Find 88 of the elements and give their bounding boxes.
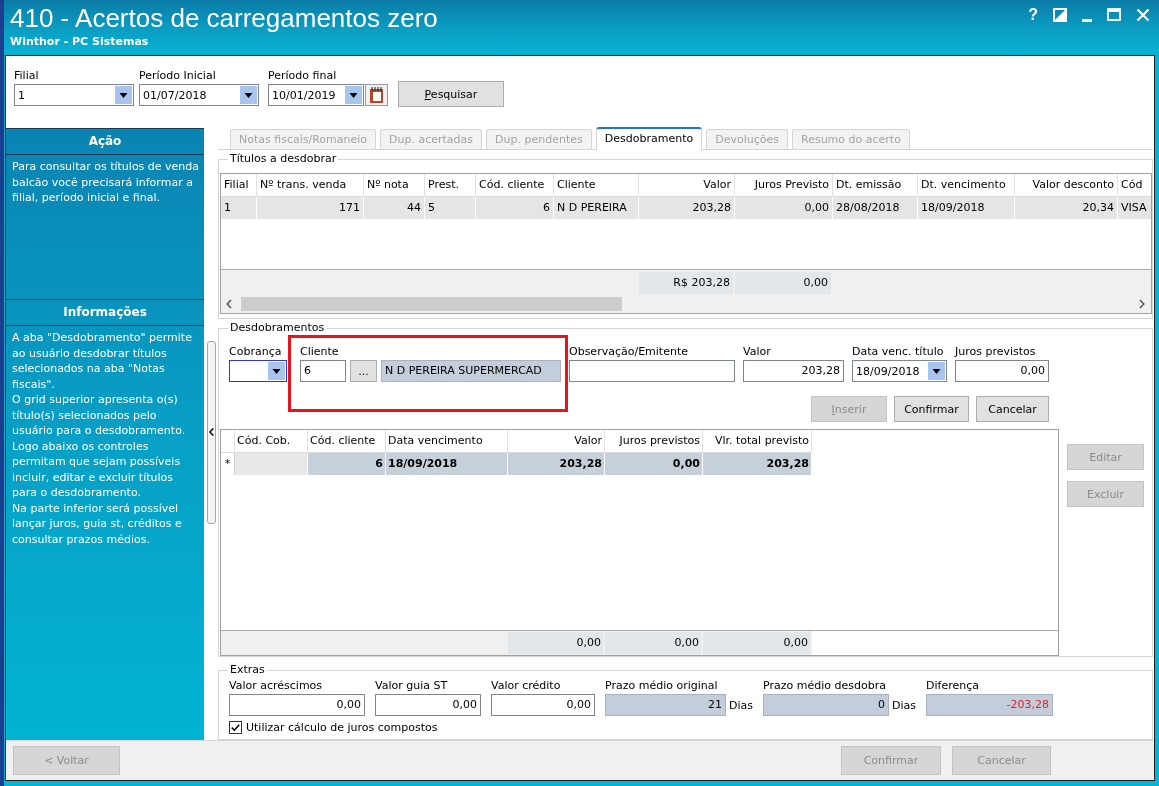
horizontal-scrollbar[interactable] bbox=[221, 295, 1151, 313]
total-cell: 0,00 bbox=[605, 632, 703, 654]
field-label: Filial bbox=[14, 69, 40, 83]
table-cell: 6 bbox=[308, 453, 386, 475]
field-label: Período Inicial bbox=[139, 69, 217, 83]
tab[interactable]: Desdobramento bbox=[595, 127, 703, 150]
field-label: Valor crédito bbox=[491, 679, 562, 693]
text-field[interactable]: 0,00 bbox=[955, 360, 1049, 382]
help-text: Na parte inferior será possível lançar juros, guia st, créditos e consultar prazos médios. bbox=[12, 500, 183, 547]
checkbox-label[interactable]: Utilizar cálculo de juros compostos bbox=[246, 721, 438, 734]
total-cell: 0,00 bbox=[703, 632, 812, 654]
maximize-icon[interactable] bbox=[1107, 8, 1121, 21]
field-label: Cobrança bbox=[229, 345, 283, 359]
table-cell: 18/09/2018 bbox=[918, 197, 1015, 219]
dropdown-field[interactable]: 18/09/2018 bbox=[852, 360, 947, 382]
caret-down-icon[interactable] bbox=[345, 86, 362, 104]
field-label: Prazo médio original bbox=[605, 679, 719, 693]
field-label: Diferença bbox=[926, 679, 980, 693]
text-field[interactable]: 21 bbox=[605, 694, 726, 716]
field-label: Período final bbox=[268, 69, 338, 83]
caret-down-icon[interactable] bbox=[928, 362, 945, 380]
window-title: 410 - Acertos de carregamentos zero bbox=[10, 4, 438, 32]
field-label: Valor bbox=[743, 345, 772, 359]
text-field[interactable]: 0,00 bbox=[491, 694, 595, 716]
table-cell-text: VISA bbox=[1120, 200, 1148, 216]
text-field[interactable]: 0,00 bbox=[229, 694, 365, 716]
text-field[interactable] bbox=[569, 360, 735, 382]
dropdown-field[interactable]: 10/01/2019 bbox=[268, 84, 364, 106]
help-text: Logo abaixo os controles permitam que sejam possíveis incluir, editar e excluir títulos para o desdobramento. bbox=[12, 438, 182, 501]
table-cell: 203,28 bbox=[639, 197, 735, 219]
row-indicator: * bbox=[221, 453, 235, 475]
table-cell: 44 bbox=[364, 197, 425, 219]
text-field[interactable]: 203,28 bbox=[743, 360, 844, 382]
calendar-icon[interactable] bbox=[365, 84, 388, 106]
field-label: Juros previstos bbox=[955, 345, 1037, 359]
checkbox[interactable] bbox=[229, 721, 242, 734]
field-label: Observação/Emitente bbox=[569, 345, 689, 359]
caret-down-icon[interactable] bbox=[240, 86, 257, 104]
section-title: Ação bbox=[6, 128, 204, 155]
help-text: A aba "Desdobramento" permite ao usuário desdobrar títulos selecionados na aba "Notas fiscais". bbox=[12, 330, 193, 392]
unit-label: Dias bbox=[892, 698, 916, 712]
contrast-icon[interactable] bbox=[1053, 7, 1067, 22]
field-label: Data venc. título bbox=[852, 345, 945, 359]
field-label: Cliente bbox=[300, 345, 340, 359]
table-cell: 171 bbox=[257, 197, 364, 219]
text-field[interactable]: 0,00 bbox=[375, 694, 481, 716]
table-cell: 1 bbox=[221, 197, 257, 219]
confirm-button[interactable]: Confirmar bbox=[894, 396, 969, 422]
section-title: Informações bbox=[6, 299, 204, 326]
dropdown-field[interactable]: 01/07/2018 bbox=[139, 84, 259, 106]
help-text: O grid superior apresenta o(s) título(s) selecionados pelo usuário para o desdobramento. bbox=[12, 392, 187, 439]
browse-button[interactable]: ... bbox=[350, 360, 377, 382]
field-label: Valor guia ST bbox=[375, 679, 449, 693]
table-cell: 20,34 bbox=[1015, 197, 1118, 219]
splitter-handle[interactable] bbox=[206, 340, 216, 524]
total-cell: 0,00 bbox=[735, 271, 833, 294]
unit-label: Dias bbox=[729, 698, 753, 712]
field-label: Valor acréscimos bbox=[229, 679, 324, 693]
table-cell: 28/08/2018 bbox=[833, 197, 918, 219]
close-icon[interactable] bbox=[1136, 7, 1150, 22]
help-text: Para consultar os títulos de venda balcão você precisará informar a filial, período inicial e final. bbox=[12, 159, 200, 206]
caret-down-icon[interactable] bbox=[268, 362, 285, 380]
text-field[interactable]: N D PEREIRA SUPERMERCAD bbox=[381, 360, 561, 382]
table-cell: 18/09/2018 bbox=[386, 453, 508, 475]
text-field[interactable]: 0 bbox=[763, 694, 889, 716]
chevron-right-icon[interactable] bbox=[1139, 299, 1145, 309]
text-field[interactable]: 6 bbox=[300, 360, 346, 382]
caret-left-icon bbox=[208, 428, 214, 436]
chevron-left-icon[interactable] bbox=[226, 299, 232, 309]
help-button[interactable]: ? bbox=[1028, 7, 1038, 22]
table-cell: 0,00 bbox=[735, 197, 833, 219]
scrollbar-thumb[interactable] bbox=[241, 297, 622, 311]
cancel-button[interactable]: Cancelar bbox=[976, 396, 1049, 422]
total-cell: 0,00 bbox=[508, 632, 605, 654]
table-cell: 203,28 bbox=[508, 453, 605, 475]
table-cell: 0,00 bbox=[605, 453, 703, 475]
table-cell: 203,28 bbox=[703, 453, 812, 475]
caret-down-icon[interactable] bbox=[115, 86, 132, 104]
table-cell: 6 bbox=[476, 197, 554, 219]
dropdown-field[interactable] bbox=[229, 360, 287, 382]
search-button[interactable]: Pesquisar bbox=[398, 81, 504, 107]
table-cell: N D PEREIRA bbox=[554, 197, 639, 219]
total-cell: R$ 203,28 bbox=[639, 271, 735, 294]
window-subtitle: Winthor - PC Sistemas bbox=[10, 35, 150, 49]
table-row[interactable]: 1 171 44 5 6 N D PEREIRA 203,28 0,00 28/08/2018 18/09/2018 20,34 VISA bbox=[221, 197, 1151, 219]
table-cell: 5 bbox=[425, 197, 476, 219]
dropdown-field[interactable]: 1 bbox=[14, 84, 134, 106]
field-label: Prazo médio desdobra bbox=[763, 679, 887, 693]
